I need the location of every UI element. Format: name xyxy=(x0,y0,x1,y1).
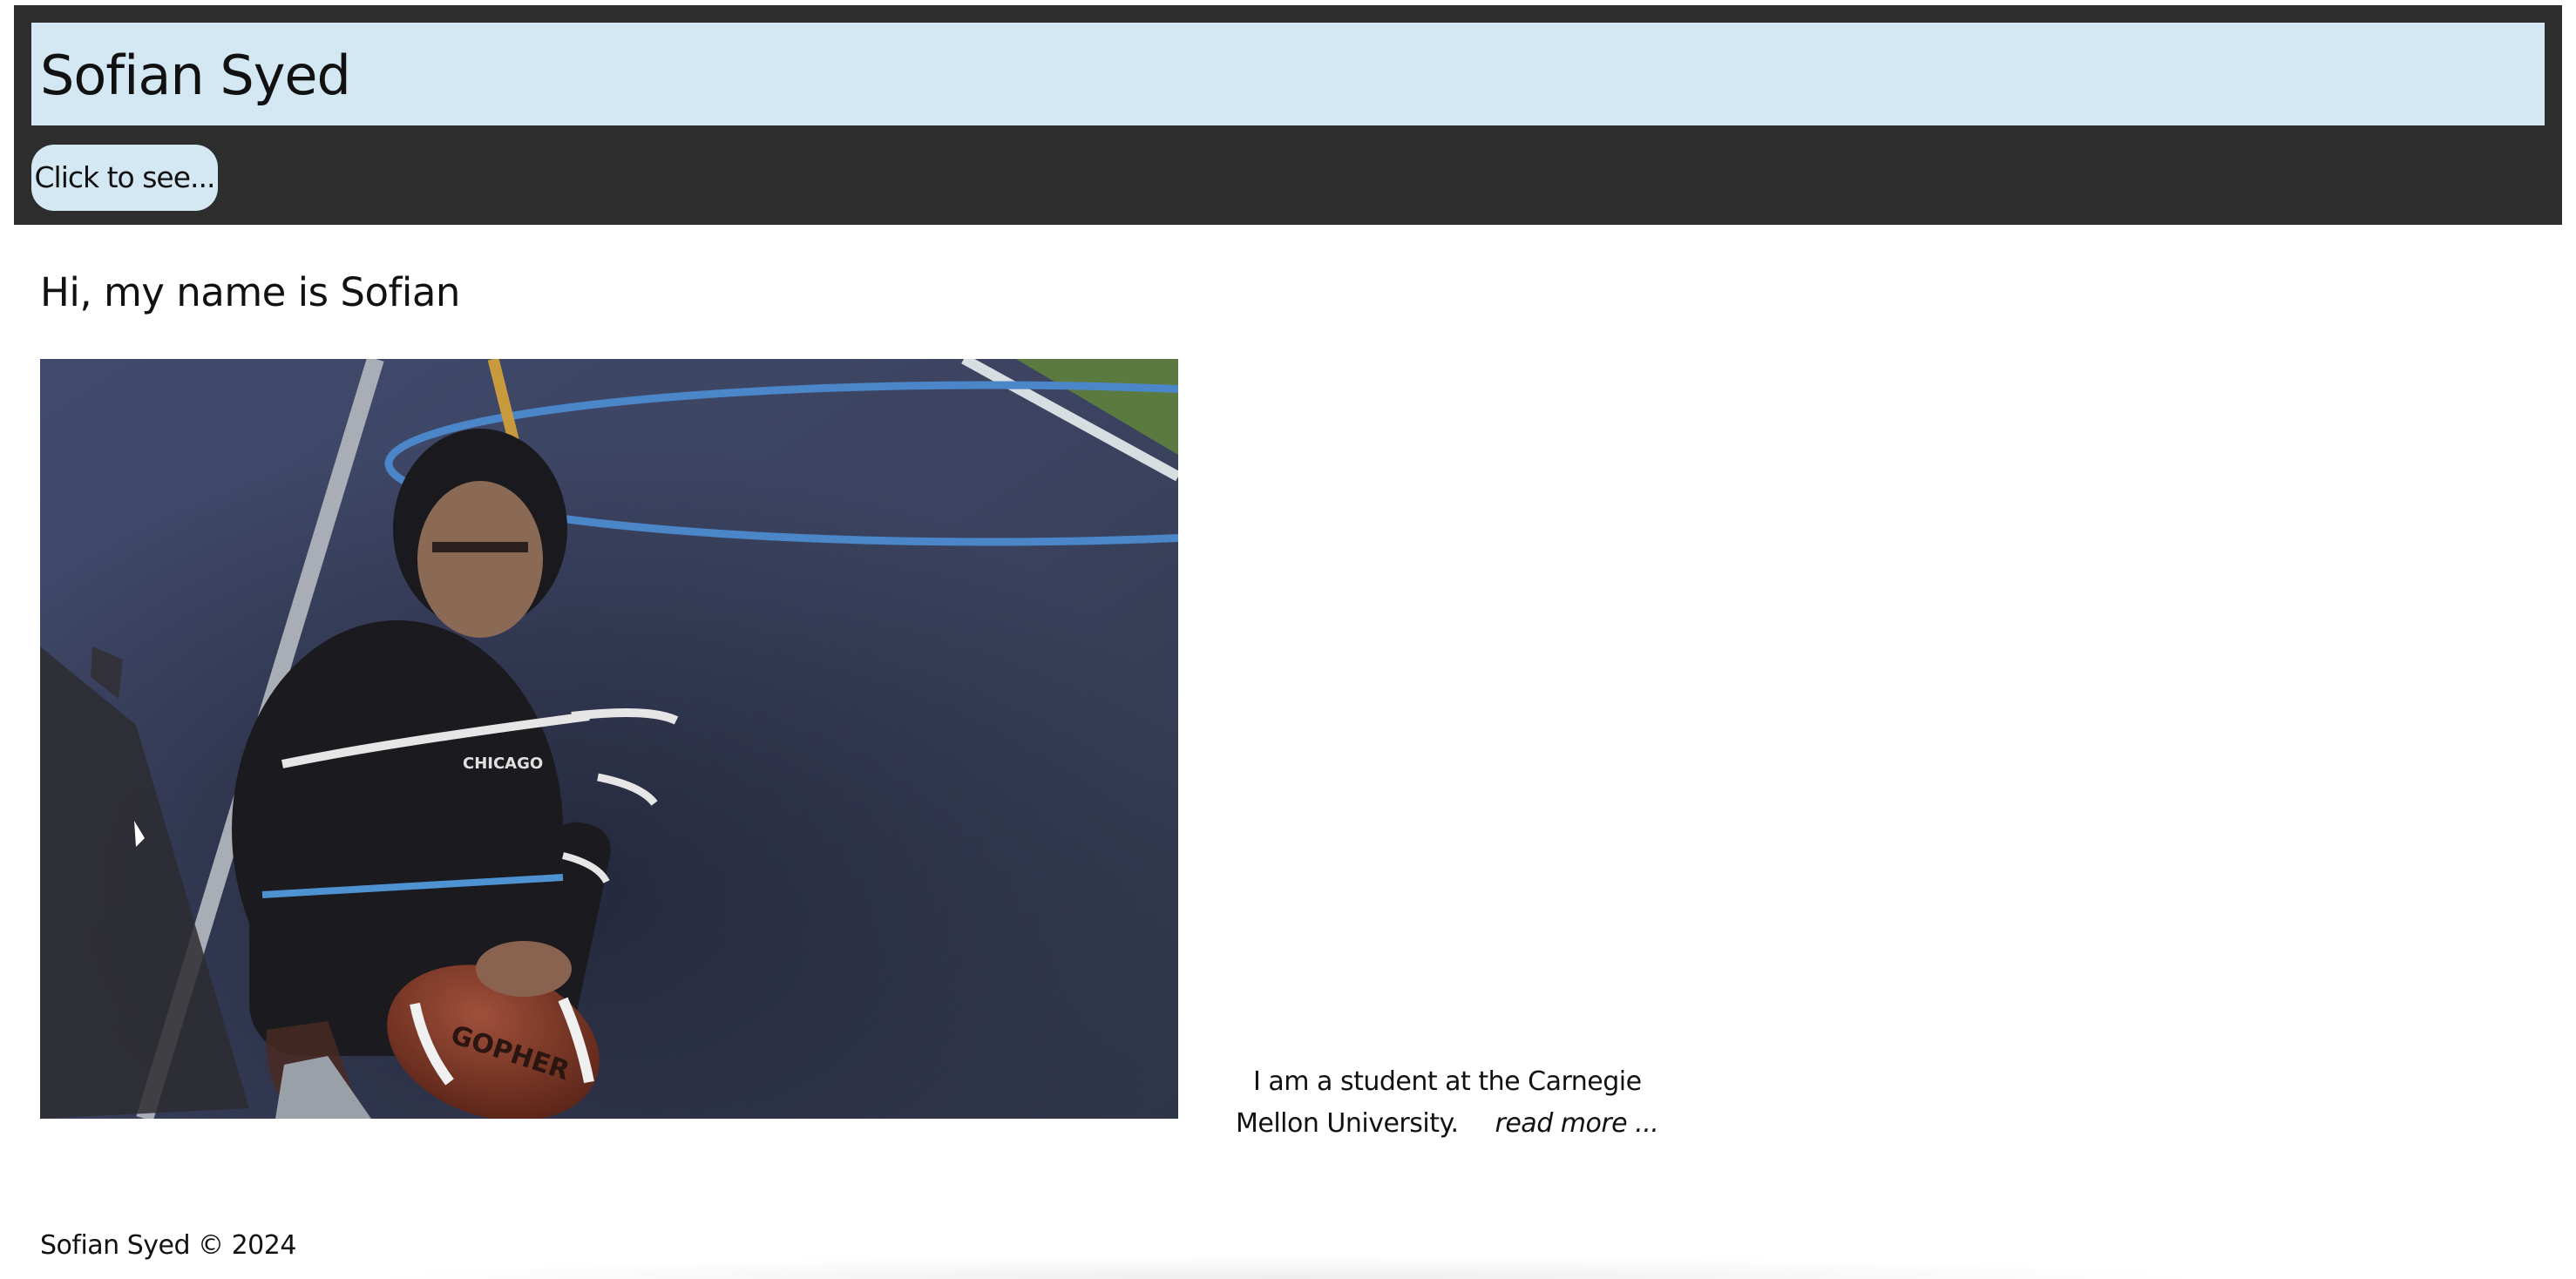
profile-photo-image: CHICAGO GOPHER xyxy=(40,359,1178,1119)
bio-paragraph: I am a student at the Carnegie Mellon Un… xyxy=(1236,1061,1724,1145)
site-header: Sofian Syed Click to see... xyxy=(14,5,2562,225)
read-more-link[interactable]: read more ... xyxy=(1495,1108,1659,1139)
footer-shadow xyxy=(349,1255,2222,1279)
footer-copyright: Sofian Syed © 2024 xyxy=(40,1230,296,1261)
site-title: Sofian Syed xyxy=(40,44,351,107)
menu-toggle-button[interactable]: Click to see... xyxy=(31,145,218,211)
title-bar: Sofian Syed xyxy=(31,23,2545,125)
profile-photo: CHICAGO GOPHER xyxy=(40,359,1178,1119)
page: Sofian Syed Click to see... Hi, my name … xyxy=(0,0,2576,1279)
greeting-heading: Hi, my name is Sofian xyxy=(40,269,460,315)
shirt-logo: CHICAGO xyxy=(463,755,543,773)
